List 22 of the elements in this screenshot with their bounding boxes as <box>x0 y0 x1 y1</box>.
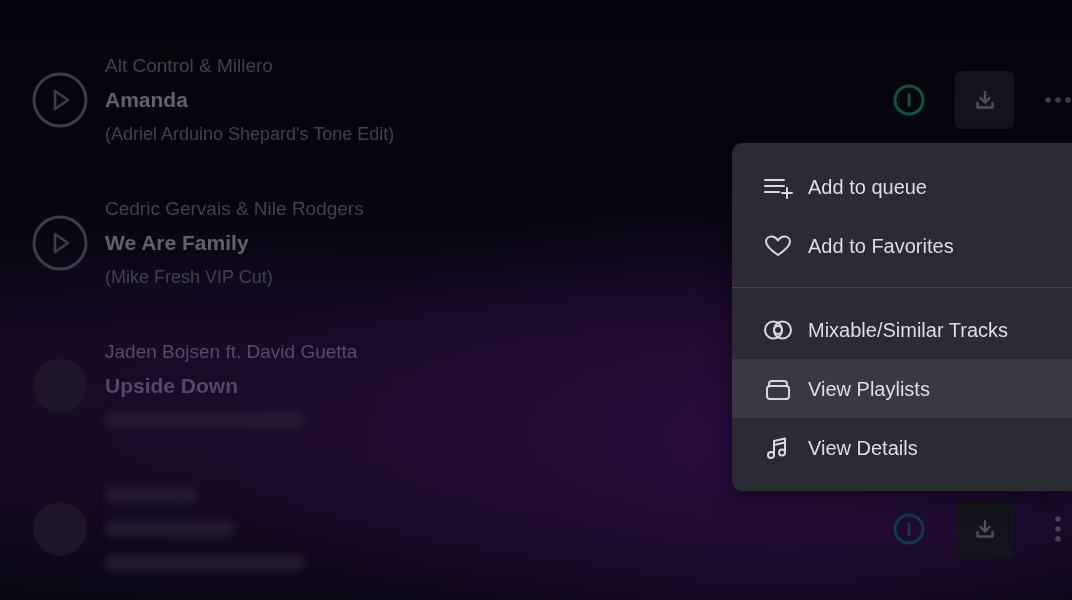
download-button[interactable] <box>955 499 1014 558</box>
track-version: (Adriel Arduino Shepard's Tone Edit) <box>105 122 395 146</box>
menu-item[interactable]: View Playlists <box>732 359 1072 418</box>
track-version: (Mike Fresh VIP Cut) <box>105 265 273 289</box>
track-title: We Are Family <box>105 229 249 256</box>
menu-item[interactable]: Add to Favorites <box>732 216 1072 275</box>
play-icon[interactable] <box>32 214 88 271</box>
play-icon[interactable] <box>32 71 88 128</box>
menu-item[interactable]: Add to queue <box>732 157 1072 216</box>
artist-name: Jaden Bojsen ft. David Guetta <box>105 339 358 364</box>
info-icon[interactable] <box>893 512 925 545</box>
heart-icon <box>763 233 793 258</box>
artist-name: Cedric Gervais & Nile Rodgers <box>105 196 364 221</box>
track-title: Upside Down <box>105 372 238 399</box>
info-icon[interactable] <box>893 83 925 116</box>
download-icon <box>974 89 995 110</box>
artist-name: Alt Control & Millero <box>105 53 273 78</box>
download-icon <box>974 518 995 539</box>
menu-item[interactable]: View Details <box>732 418 1072 477</box>
menu-item[interactable]: Mixable/Similar Tracks <box>732 300 1072 359</box>
track-title: Amanda <box>105 86 188 113</box>
download-button[interactable] <box>955 70 1014 129</box>
